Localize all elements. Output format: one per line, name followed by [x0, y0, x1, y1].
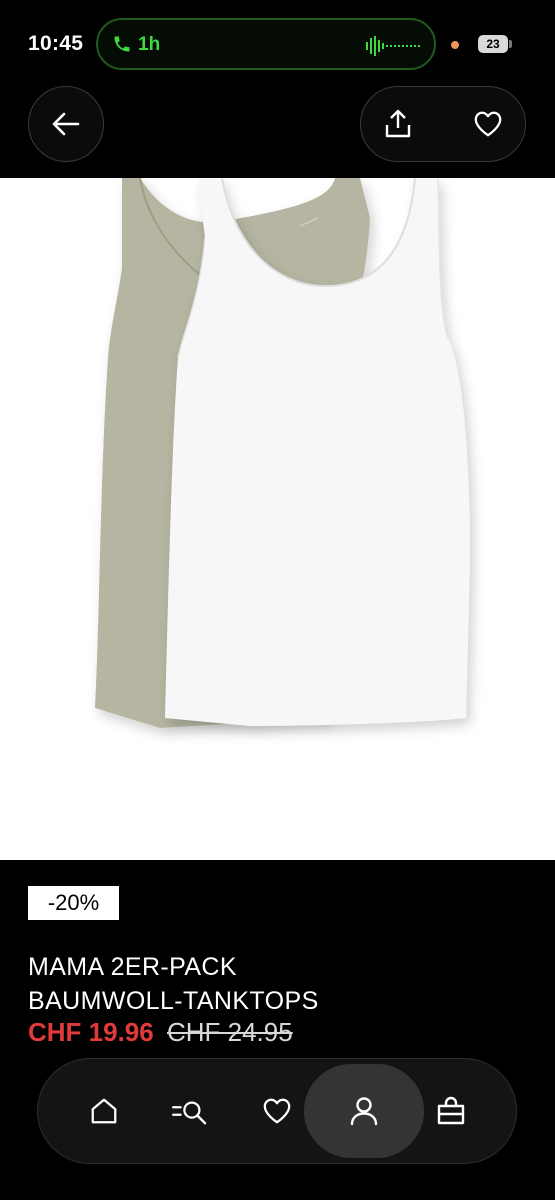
price-row: CHF 19.96 CHF 24.95	[28, 1017, 293, 1048]
product-photo	[95, 178, 470, 728]
product-title: MAMA 2ER-PACK BAUMWOLL-TANKTOPS	[28, 950, 528, 1018]
nav-favorites[interactable]	[251, 1085, 303, 1137]
status-time: 10:45	[28, 32, 84, 55]
audio-waveform-icon	[366, 36, 420, 56]
original-price: CHF 24.95	[166, 1017, 293, 1047]
back-button[interactable]	[28, 86, 104, 162]
nav-bag[interactable]	[425, 1085, 477, 1137]
heart-icon	[263, 1098, 291, 1124]
nav-search[interactable]	[164, 1085, 216, 1137]
arrow-left-icon	[52, 112, 80, 136]
heart-icon	[474, 111, 502, 137]
share-icon	[385, 109, 411, 138]
nav-account[interactable]	[338, 1085, 390, 1137]
shopping-bag-icon	[437, 1096, 465, 1125]
search-icon	[172, 1101, 207, 1125]
header-actions	[360, 86, 526, 162]
call-duration: 1h	[138, 34, 161, 55]
privacy-indicator-dot	[451, 41, 459, 49]
product-image[interactable]	[0, 178, 555, 860]
battery-icon: 23	[478, 35, 508, 53]
user-icon	[350, 1097, 378, 1126]
battery-tip	[509, 40, 512, 48]
favorite-button[interactable]	[471, 107, 505, 141]
active-call-pill[interactable]: 1h	[96, 18, 436, 70]
sale-price: CHF 19.96	[28, 1017, 154, 1047]
nav-home[interactable]	[78, 1085, 130, 1137]
product-title-line1: MAMA 2ER-PACK	[28, 953, 237, 981]
share-button[interactable]	[381, 107, 415, 141]
home-icon	[91, 1098, 117, 1124]
product-title-line2: BAUMWOLL-TANKTOPS	[28, 987, 319, 1015]
bottom-navigation	[37, 1058, 517, 1164]
discount-badge: -20%	[28, 886, 119, 920]
phone-icon	[114, 36, 130, 52]
